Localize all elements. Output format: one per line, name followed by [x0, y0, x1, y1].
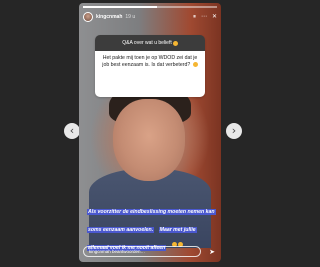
story-progress-bar: [83, 6, 217, 8]
close-icon[interactable]: ✕: [212, 13, 217, 21]
reply-placeholder: kingcnmah beantwoorden…: [89, 249, 146, 254]
more-icon[interactable]: ⋯: [201, 13, 207, 21]
story-controls: ⏸ ⋯ ✕: [193, 13, 217, 21]
qa-sticker: Q&A over wat u belieft Het pakte mij toe…: [95, 35, 205, 97]
story-viewer: { "story": { "username": "kingcnmah", "t…: [0, 0, 300, 267]
send-icon[interactable]: ➤: [209, 248, 215, 256]
story-progress-fill: [83, 6, 157, 8]
story-timestamp: 19 u: [125, 14, 136, 20]
grimace-emoji-icon: [192, 61, 198, 67]
qa-header: Q&A over wat u belieft: [95, 35, 205, 51]
story-username[interactable]: kingcnmah: [96, 14, 122, 20]
story-photo-face: [113, 99, 185, 181]
smile-emoji-icon: [172, 40, 178, 46]
reply-input[interactable]: kingcnmah beantwoorden…: [83, 246, 201, 257]
story-header: kingcnmah 19 u ⏸ ⋯ ✕: [83, 11, 217, 23]
qa-question-text: Het pakte mij toen je op WDOD zei dat je…: [102, 55, 198, 68]
qa-header-text: Q&A over wat u belieft: [122, 40, 172, 46]
next-story-button[interactable]: ›: [226, 123, 242, 139]
previous-story-button[interactable]: ‹: [64, 123, 80, 139]
qa-question: Het pakte mij toen je op WDOD zei dat je…: [95, 51, 205, 97]
story-card: kingcnmah 19 u ⏸ ⋯ ✕ Q&A over wat u beli…: [79, 3, 221, 262]
pause-icon[interactable]: ⏸: [193, 13, 196, 21]
avatar[interactable]: [83, 12, 93, 22]
